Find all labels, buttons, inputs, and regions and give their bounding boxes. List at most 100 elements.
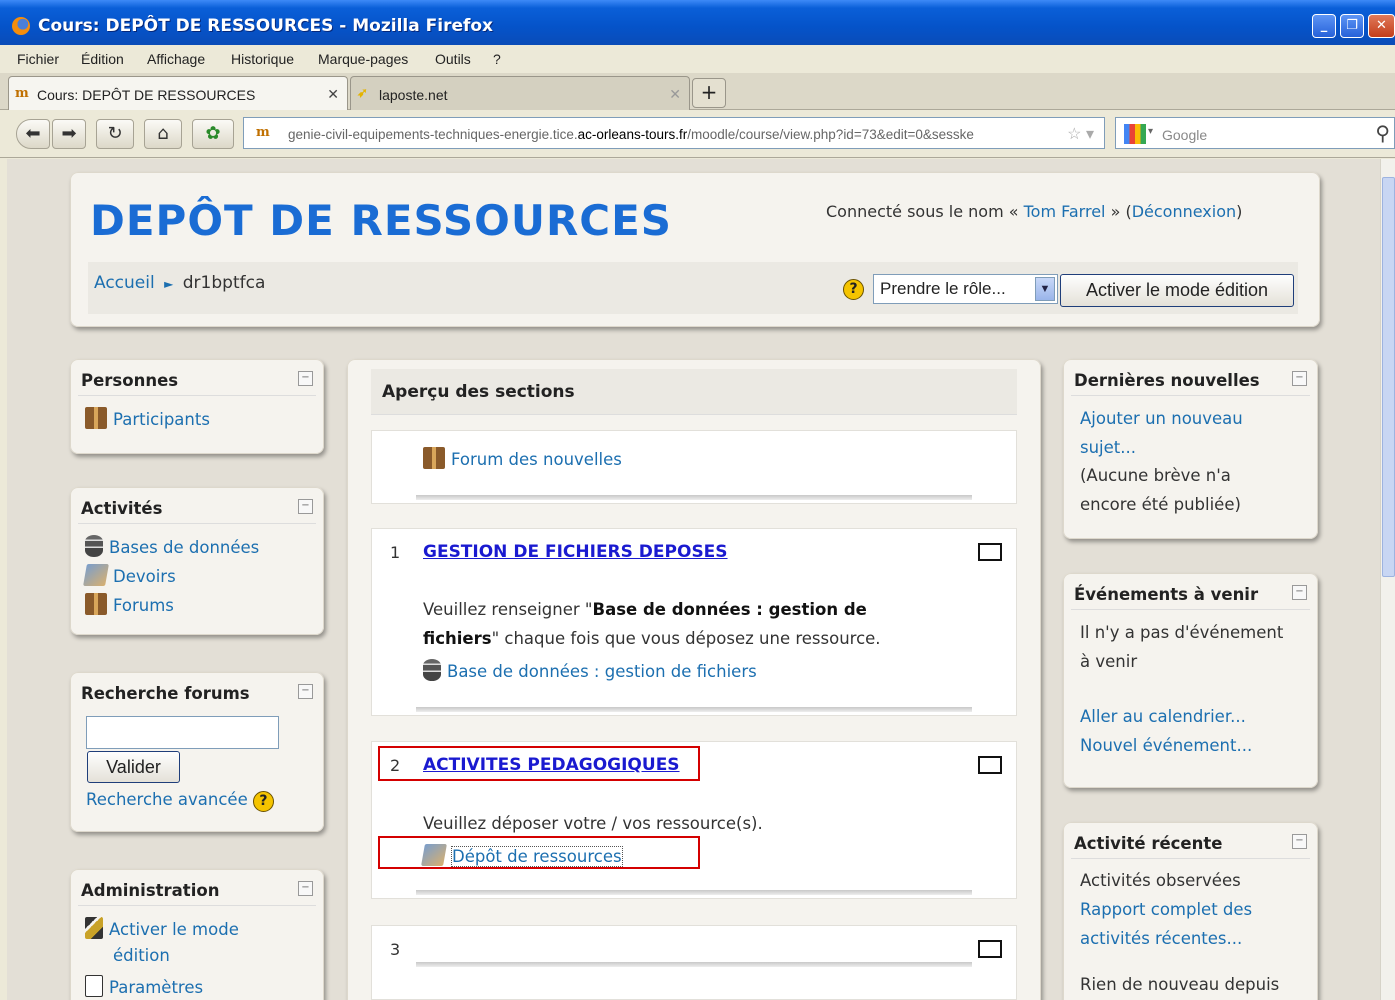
reload-button[interactable]: ↻ — [96, 119, 134, 149]
scrollbar-thumb[interactable] — [1382, 177, 1395, 577]
url-pre: genie-civil-equipements-techniques-energ… — [288, 127, 578, 142]
menu-bar: Fichier Édition Affichage Historique Mar… — [0, 45, 1395, 73]
highlight-checkbox[interactable] — [978, 543, 1002, 561]
course-title: DEPÔT DE RESSOURCES — [90, 196, 673, 245]
forums-link[interactable]: Forums — [85, 593, 174, 615]
close-button[interactable]: ✕ — [1368, 14, 1395, 38]
advanced-search-link[interactable]: Recherche avancée ? — [86, 790, 274, 812]
add-topic-link[interactable]: Ajouter un nouveau sujet... — [1080, 404, 1243, 462]
bookmark-star-icon[interactable]: ☆ ▾ — [1067, 124, 1094, 144]
menu-historique[interactable]: Historique — [231, 51, 294, 67]
site-icon: m — [256, 125, 270, 140]
edit-mode-button[interactable]: Activer le mode édition — [1060, 274, 1294, 307]
back-button[interactable]: ⬅ — [16, 119, 50, 149]
highlight-checkbox[interactable] — [978, 756, 1002, 774]
block-latest-news: Dernières nouvelles − Ajouter un nouveau… — [1063, 359, 1318, 539]
block-administration: Administration − Activer le mode édition… — [70, 869, 324, 1000]
new-tab-button[interactable]: + — [692, 78, 726, 108]
highlight-checkbox[interactable] — [978, 940, 1002, 958]
menu-help[interactable]: ? — [493, 51, 501, 67]
close-tab-icon[interactable]: ✕ — [669, 86, 681, 103]
collapse-icon[interactable]: − — [1292, 834, 1307, 849]
database-link[interactable]: Base de données : gestion de fichiers — [423, 659, 757, 681]
block-title: Événements à venir — [1074, 585, 1259, 604]
database-icon — [423, 659, 441, 681]
addon-icon[interactable]: ✿ — [192, 119, 234, 149]
help-icon[interactable]: ? — [843, 278, 864, 300]
databases-link[interactable]: Bases de données — [85, 535, 259, 557]
settings-link[interactable]: Paramètres — [85, 975, 203, 997]
edit-icon — [85, 917, 103, 939]
search-placeholder: Google — [1162, 127, 1208, 143]
menu-edition[interactable]: Édition — [81, 51, 124, 67]
section-2-summary: Veuillez déposer votre / vos ressource(s… — [423, 814, 763, 833]
tab-laposte[interactable]: ➶ laposte.net ✕ — [350, 76, 690, 110]
firefox-icon — [12, 17, 30, 35]
google-icon[interactable] — [1124, 124, 1146, 144]
home-button[interactable]: ⌂ — [144, 119, 182, 149]
news-forum-link[interactable]: Forum des nouvelles — [423, 447, 622, 469]
annotation-box-link — [378, 836, 700, 869]
full-report-link[interactable]: Rapport complet des activités récentes... — [1080, 895, 1252, 953]
user-link[interactable]: Tom Farrel — [1024, 202, 1106, 221]
assignment-icon — [83, 564, 109, 586]
tab-cours[interactable]: m Cours: DEPÔT DE RESSOURCES ✕ — [8, 76, 348, 110]
calendar-link[interactable]: Aller au calendrier... — [1080, 707, 1246, 726]
assignments-link[interactable]: Devoirs — [83, 564, 176, 586]
role-select[interactable]: Prendre le rôle... ▼ — [873, 274, 1058, 304]
url-bar[interactable]: m genie-civil-equipements-techniques-ene… — [243, 117, 1105, 149]
section-1: 1 GESTION DE FICHIERS DEPOSES Veuillez r… — [371, 528, 1017, 716]
window-title: Cours: DEPÔT DE RESSOURCES - Mozilla Fir… — [38, 16, 494, 36]
sections-heading: Aperçu des sections — [371, 369, 1017, 415]
collapse-icon[interactable]: − — [298, 684, 313, 699]
menu-outils[interactable]: Outils — [435, 51, 471, 67]
window-title-bar[interactable]: Cours: DEPÔT DE RESSOURCES - Mozilla Fir… — [0, 0, 1395, 45]
nothing-new-text: Rien de nouveau depuis — [1080, 975, 1280, 994]
help-icon[interactable]: ? — [252, 791, 274, 812]
collapse-icon[interactable]: − — [1292, 585, 1307, 600]
maximize-button[interactable]: ❐ — [1340, 14, 1364, 38]
block-activities: Activités − Bases de données Devoirs For… — [70, 487, 324, 635]
edit-mode-link[interactable]: Activer le mode — [85, 917, 239, 939]
block-title: Activité récente — [1074, 834, 1223, 853]
minimize-button[interactable]: _ — [1312, 14, 1336, 38]
forward-button[interactable]: ➡ — [52, 119, 86, 149]
vertical-scrollbar[interactable] — [1380, 159, 1395, 1000]
new-event-link[interactable]: Nouvel événement... — [1080, 736, 1252, 755]
logout-link[interactable]: Déconnexion — [1132, 202, 1236, 221]
breadcrumb: Accueil ► dr1bptfca — [94, 273, 265, 293]
breadcrumb-home-link[interactable]: Accueil — [94, 273, 155, 293]
forum-icon — [85, 593, 107, 615]
database-icon — [85, 535, 103, 557]
menu-marque-pages[interactable]: Marque-pages — [318, 51, 408, 67]
search-bar[interactable]: ▾ Google ⚲ — [1115, 117, 1395, 149]
menu-affichage[interactable]: Affichage — [147, 51, 205, 67]
settings-icon — [85, 975, 103, 997]
collapse-icon[interactable]: − — [1292, 371, 1307, 386]
block-title: Administration — [81, 881, 220, 900]
section-1-title[interactable]: GESTION DE FICHIERS DEPOSES — [423, 542, 728, 562]
search-icon[interactable]: ⚲ — [1375, 121, 1390, 146]
breadcrumb-current: dr1bptfca — [182, 273, 266, 293]
collapse-icon[interactable]: − — [298, 499, 313, 514]
forum-search-input[interactable] — [86, 716, 279, 749]
tracked-activities-text: Activités observées — [1080, 871, 1241, 890]
edit-mode-link-cont[interactable]: édition — [113, 946, 170, 965]
participants-link[interactable]: Participants — [85, 407, 210, 429]
section-3: 3 — [371, 925, 1017, 1000]
close-tab-icon[interactable]: ✕ — [327, 86, 339, 103]
tab-label: laposte.net — [379, 87, 448, 103]
search-submit-button[interactable]: Valider — [87, 751, 180, 783]
tab-label: Cours: DEPÔT DE RESSOURCES — [37, 87, 256, 103]
block-title: Dernières nouvelles — [1074, 371, 1260, 390]
section-0: Forum des nouvelles — [371, 430, 1017, 504]
participants-icon — [85, 407, 107, 429]
collapse-icon[interactable]: − — [298, 371, 313, 386]
block-title: Recherche forums — [81, 684, 250, 703]
breadcrumb-separator-icon: ► — [164, 277, 174, 291]
menu-fichier[interactable]: Fichier — [17, 51, 59, 67]
no-news-text: (Aucune brève n'a encore été publiée) — [1080, 466, 1241, 514]
collapse-icon[interactable]: − — [298, 881, 313, 896]
navigation-bar: ⬅ ➡ ↻ ⌂ ✿ m genie-civil-equipements-tech… — [0, 110, 1395, 158]
url-post: /moodle/course/view.php?id=73&edit=0&ses… — [687, 127, 974, 142]
